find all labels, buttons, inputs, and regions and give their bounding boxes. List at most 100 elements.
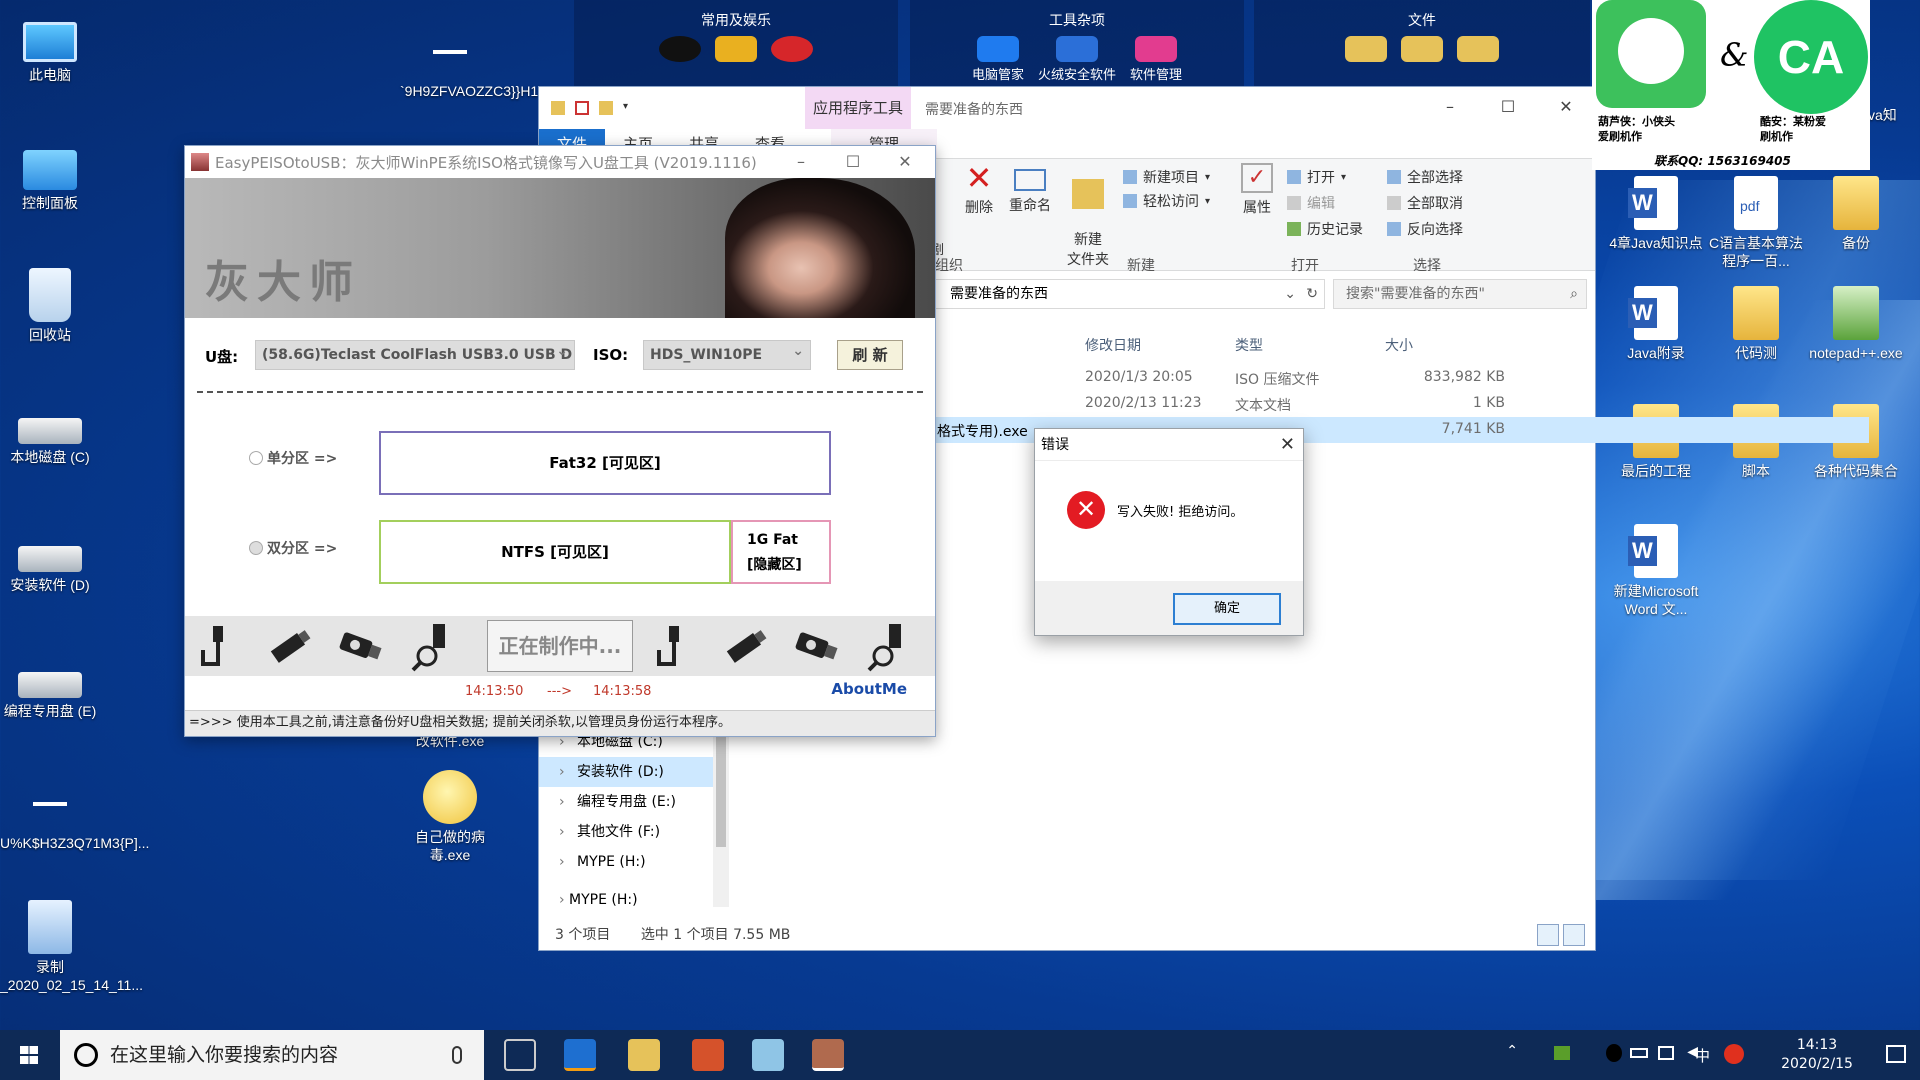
easy-access-button[interactable]: 轻松访问 ▾ [1123,191,1210,211]
desktop-icon-control-panel[interactable]: 控制面板 [0,142,100,212]
qq-tray-icon[interactable] [1606,1044,1622,1062]
fence-item-software-manager[interactable]: 软件管理 [1130,36,1182,83]
maximize-button[interactable]: ☐ [827,146,879,178]
making-in-progress-button[interactable]: 正在制作中... [487,620,633,672]
toolbar-strip: 正在制作中... [185,616,935,676]
desktop-icon-backup[interactable]: 备份 [1806,176,1906,252]
desktop-icon-file[interactable]: U%K$H3Z3Q71M3{P]... [0,776,149,852]
desktop-icon-notepadpp[interactable]: notepad++.exe [1806,286,1906,362]
maximize-button[interactable]: ☐ [1479,87,1537,127]
minimize-button[interactable]: – [1421,87,1479,127]
desktop-icon-recycle-bin[interactable]: 回收站 [0,268,100,344]
recorder-icon[interactable] [692,1039,724,1071]
desktop-icon-file[interactable]: `9H9ZFVAOZZC3}}H1R... [400,24,560,100]
properties-button[interactable]: ✓ 属性 [1241,163,1273,217]
chevron-up-icon[interactable]: ⌃ [1506,1043,1518,1059]
edit-button[interactable]: 编辑 [1287,193,1335,213]
start-button[interactable] [0,1030,60,1080]
app-tools-contextual-tab[interactable]: 应用程序工具 [805,87,911,129]
fence-item[interactable] [1345,36,1387,64]
desktop-icon-c-pdf[interactable]: C语言基本算法程序一百... [1706,176,1806,270]
notification-icon[interactable] [1886,1045,1906,1063]
desktop-icon-java-appendix[interactable]: Java附录 [1606,286,1706,362]
app-icon[interactable] [752,1039,784,1071]
nav-item-drive-h-root[interactable]: MYPE (H:) [539,885,727,915]
new-folder-button[interactable]: 新建 文件夹 [1067,163,1109,285]
fence-item-huorong[interactable]: 火绒安全软件 [1038,36,1116,83]
fence-item[interactable] [1401,36,1443,64]
new-item-button[interactable]: 新建项目 ▾ [1123,167,1210,187]
desktop-icon-java-notes[interactable]: 4章Java知识点 [1606,176,1706,252]
desktop-icon-virus[interactable]: 自己做的病毒.exe [400,770,500,864]
network-icon[interactable] [1658,1046,1674,1060]
column-date[interactable]: 修改日期 [1085,335,1141,355]
nav-item-drive-e[interactable]: 编程专用盘 (E:) [539,787,727,817]
desktop-icon-recording[interactable]: 录制_2020_02_15_14_11... [0,900,143,994]
nav-scrollbar[interactable] [713,727,729,907]
desktop-icon-new-word[interactable]: 新建Microsoft Word 文... [1606,524,1706,618]
close-button[interactable]: ✕ [1537,87,1595,127]
rename-button[interactable]: 重命名 [1009,163,1051,215]
dual-partition-label: 双分区 => [267,541,338,557]
nav-item-drive-h[interactable]: MYPE (H:) [539,847,727,877]
nvidia-icon[interactable] [1554,1046,1570,1060]
column-size[interactable]: 大小 [1385,335,1413,355]
desktop-icon-drive-c[interactable]: 本地磁盘 (C) [0,396,100,466]
history-button[interactable]: 历史记录 [1287,219,1363,239]
task-view-icon[interactable] [504,1039,536,1071]
invert-selection-button[interactable]: 反向选择 [1387,219,1463,239]
battery-icon[interactable] [1630,1048,1648,1058]
fence-item[interactable] [771,36,813,64]
chevron-down-icon[interactable]: ▾ [623,101,637,115]
drive-icon [18,672,82,698]
hidden-partition-box[interactable]: 1G Fat [隐藏区] [731,520,831,584]
close-button[interactable]: ✕ [879,146,931,178]
file-explorer-icon[interactable] [628,1039,660,1071]
delete-button[interactable]: ✕ 删除 [963,162,995,217]
iso-select[interactable]: HDS_WIN10PE [643,340,811,370]
ime-indicator[interactable]: 中 [1695,1045,1710,1066]
select-none-button[interactable]: 全部取消 [1387,193,1463,213]
properties-icon[interactable] [575,101,589,115]
desktop-icon-this-pc[interactable]: 此电脑 [0,14,100,84]
open-button[interactable]: 打开 ▾ [1287,167,1346,187]
desktop-icon-partial[interactable]: va知 [1868,106,1920,124]
easype-titlebar: EasyPEISOtoUSB：灰大师WinPE系统ISO格式镜像写入U盘工具 (… [185,146,935,178]
microphone-icon[interactable] [452,1046,462,1064]
close-button[interactable]: ✕ [1280,429,1295,461]
fence-item[interactable] [1457,36,1499,64]
dual-partition-radio[interactable]: 双分区 => [249,538,337,558]
usb-drive-select[interactable]: (58.6G)Teclast CoolFlash USB3.0 USB D [255,340,575,370]
clock[interactable]: 14:13 2020/2/15 [1772,1036,1862,1074]
desktop-icon-code-test[interactable]: 代码测 [1706,286,1806,362]
app-icon[interactable] [564,1039,596,1071]
desktop-icon-drive-e[interactable]: 编程专用盘 (E) [0,650,100,720]
folder-icon[interactable] [551,101,565,115]
scroll-thumb[interactable] [716,727,726,847]
refresh-icon[interactable]: ↻ [1306,280,1318,308]
search-box[interactable]: 搜索"需要准备的东西" ⌕ [1333,279,1587,309]
fence-item[interactable] [659,36,701,64]
desktop-icon-drive-d[interactable]: 安装软件 (D) [0,524,100,594]
chevron-down-icon[interactable]: ⌄ [1284,280,1296,308]
fence-item[interactable] [715,36,757,64]
taskbar-search-box[interactable]: 在这里输入你要搜索的内容 [60,1030,484,1080]
select-all-button[interactable]: 全部选择 [1387,167,1463,187]
column-type[interactable]: 类型 [1235,335,1263,355]
new-folder-icon[interactable] [599,101,613,115]
nav-item-drive-d[interactable]: 安装软件 (D:) [539,757,727,787]
refresh-button[interactable]: 刷 新 [837,340,903,370]
ok-button[interactable]: 确定 [1173,593,1281,625]
minimize-button[interactable]: – [775,146,827,178]
nav-item-drive-f[interactable]: 其他文件 (F:) [539,817,727,847]
ntfs-partition-box[interactable]: NTFS [可见区] [379,520,731,584]
about-me-link[interactable]: AboutMe [831,680,907,698]
easype-taskbar-icon[interactable] [812,1039,844,1071]
single-partition-radio[interactable]: 单分区 => [249,448,337,468]
fence-item-pc-manager[interactable]: 电脑管家 [972,36,1024,83]
clock-date: 2020/2/15 [1781,1056,1853,1072]
sogou-icon[interactable] [1724,1044,1744,1064]
large-icons-view-icon[interactable] [1563,924,1585,946]
details-view-icon[interactable] [1537,924,1559,946]
fat32-partition-box[interactable]: Fat32 [可见区] [379,431,831,495]
